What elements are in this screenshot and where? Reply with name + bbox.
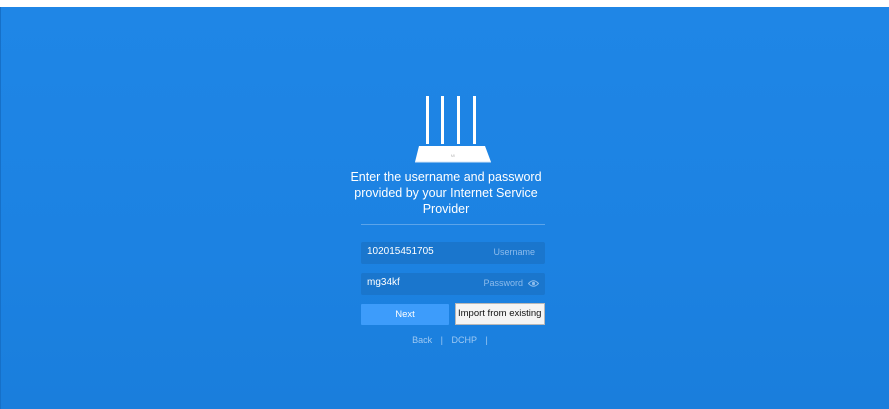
page-heading: Enter the username and password provided… (350, 170, 542, 216)
router-icon: MI (415, 96, 491, 163)
password-placeholder: Password (483, 278, 523, 288)
footer-links: Back | DCHP | (361, 335, 545, 345)
username-placeholder: Username (493, 247, 535, 257)
setup-page: MI Enter the username and password provi… (0, 7, 889, 409)
link-separator-trailing: | (485, 335, 488, 345)
username-field[interactable]: 102015451705 Username (361, 242, 545, 264)
eye-icon[interactable] (528, 279, 539, 288)
username-value: 102015451705 (367, 246, 434, 257)
import-button[interactable]: Import from existing ro (455, 303, 545, 325)
password-field[interactable]: mg34kf Password (361, 273, 545, 295)
next-button[interactable]: Next (361, 304, 449, 325)
dchp-link[interactable]: DCHP (452, 335, 478, 345)
router-brand: MI (451, 153, 455, 158)
divider (361, 224, 545, 225)
back-link[interactable]: Back (412, 335, 432, 345)
password-value: mg34kf (367, 277, 400, 288)
link-separator: | (440, 335, 443, 345)
